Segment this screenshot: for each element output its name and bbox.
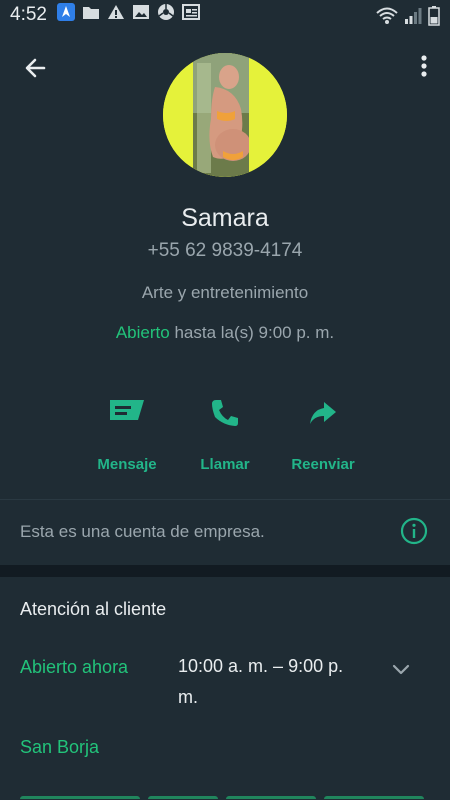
warning-icon (107, 4, 125, 26)
message-label: Mensaje (97, 456, 157, 473)
signal-icon (404, 7, 422, 31)
cut-off-text (20, 789, 440, 799)
folder-icon (82, 4, 100, 26)
contact-info-page: Samara +55 62 9839-4174 Arte y entreteni… (0, 30, 450, 800)
section-title: Atención al cliente (20, 599, 167, 619)
message-button[interactable]: Mensaje (72, 390, 182, 473)
action-buttons: Mensaje Llamar Reenviar (0, 390, 450, 490)
profile-photo[interactable] (163, 53, 287, 177)
contact-name: Samara (181, 204, 269, 232)
message-icon (72, 398, 182, 428)
open-status: Abierto (115, 323, 170, 342)
forward-label: Reenviar (291, 456, 355, 473)
chrome-icon (157, 3, 175, 27)
more-options-icon[interactable] (414, 52, 434, 84)
location-link[interactable]: San Borja (20, 737, 99, 758)
call-button[interactable]: Llamar (170, 390, 280, 473)
call-label: Llamar (200, 456, 250, 473)
open-now-status: Abierto ahora (20, 657, 129, 677)
chevron-down-icon[interactable] (390, 659, 412, 681)
battery-icon (428, 6, 440, 32)
status-bar: 4:52 (0, 0, 450, 30)
contact-phone[interactable]: +55 62 9839-4174 (0, 240, 450, 262)
phone-icon (170, 398, 280, 428)
customer-service-section: Atención al cliente Abierto ahora 10:00 … (0, 577, 450, 800)
forward-icon (268, 398, 378, 428)
wifi-icon (376, 7, 398, 31)
business-hours: 10:00 a. m. – 9:00 p. m. (178, 656, 344, 707)
business-category: Arte y entretenimiento (141, 283, 309, 302)
back-arrow-icon[interactable] (18, 50, 54, 86)
business-notice-text: Esta es una cuenta de empresa. (20, 522, 265, 541)
app-notification-icon (56, 3, 75, 27)
status-time: 4:52 (10, 4, 47, 25)
image-icon (132, 4, 150, 26)
news-icon (181, 4, 200, 26)
section-gap (0, 565, 450, 577)
profile-header: Samara +55 62 9839-4174 Arte y entreteni… (0, 30, 450, 500)
hours-until: hasta la(s) 9:00 p. m. (174, 323, 335, 342)
info-icon[interactable] (400, 517, 428, 545)
forward-button[interactable]: Reenviar (268, 390, 378, 473)
business-hours-summary: Abierto hasta la(s) 9:00 p. m. (0, 323, 450, 343)
